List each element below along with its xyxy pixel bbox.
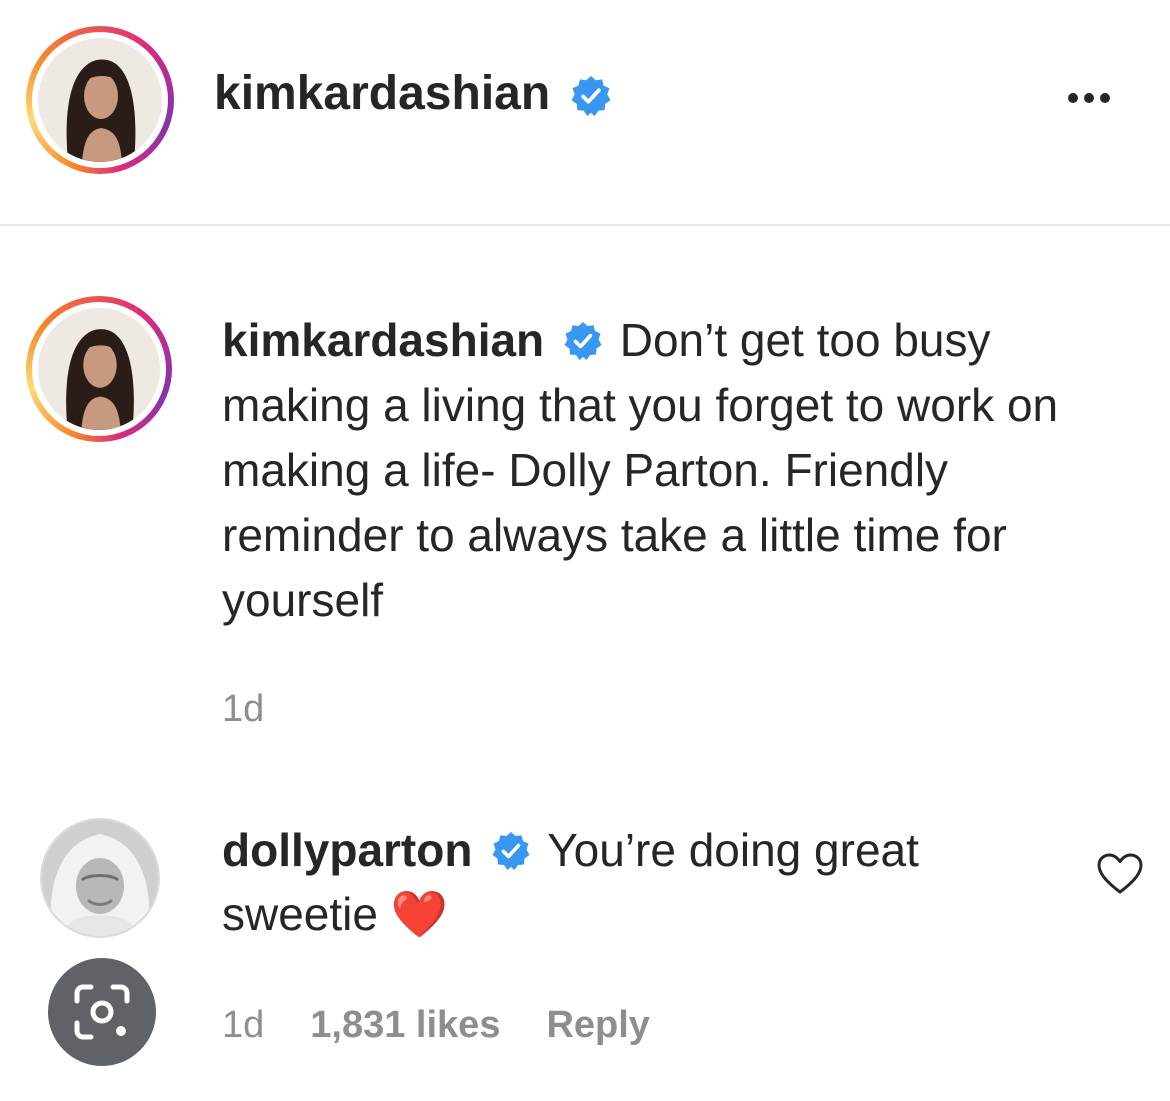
commenter-username[interactable]: dollyparton xyxy=(222,824,472,876)
commenter-avatar[interactable] xyxy=(40,818,160,938)
verified-badge-icon xyxy=(571,76,610,117)
verified-badge-icon xyxy=(564,321,602,360)
avatar xyxy=(42,820,158,936)
red-heart-emoji: ❤️ xyxy=(390,888,449,940)
divider xyxy=(0,224,1170,226)
google-lens-icon xyxy=(74,984,130,1040)
post-author-username[interactable]: kimkardashian xyxy=(214,67,550,120)
avatar xyxy=(38,38,162,162)
google-lens-button[interactable] xyxy=(48,958,156,1066)
comment-timestamp: 1d xyxy=(222,1004,265,1046)
comment-meta: 1d 1,831 likes Reply xyxy=(222,1004,650,1047)
reply-button[interactable]: Reply xyxy=(546,1004,649,1047)
caption-username[interactable]: kimkardashian xyxy=(222,314,544,366)
heart-outline-icon[interactable] xyxy=(1096,852,1144,896)
verified-badge-icon xyxy=(492,831,530,870)
comment-text-block: dollyparton You’re doing great sweetie ❤… xyxy=(222,818,1082,946)
comment-likes-count[interactable]: 1,831 likes xyxy=(310,1004,500,1047)
header-avatar-ring[interactable] xyxy=(26,26,174,174)
avatar xyxy=(38,308,160,430)
caption-avatar-ring[interactable] xyxy=(26,296,172,442)
more-options-icon[interactable] xyxy=(1068,86,1128,110)
caption-timestamp: 1d xyxy=(222,688,265,730)
post-author[interactable]: kimkardashian xyxy=(214,66,612,122)
caption-text-block: kimkardashian Don’t get too busy making … xyxy=(222,308,1142,633)
